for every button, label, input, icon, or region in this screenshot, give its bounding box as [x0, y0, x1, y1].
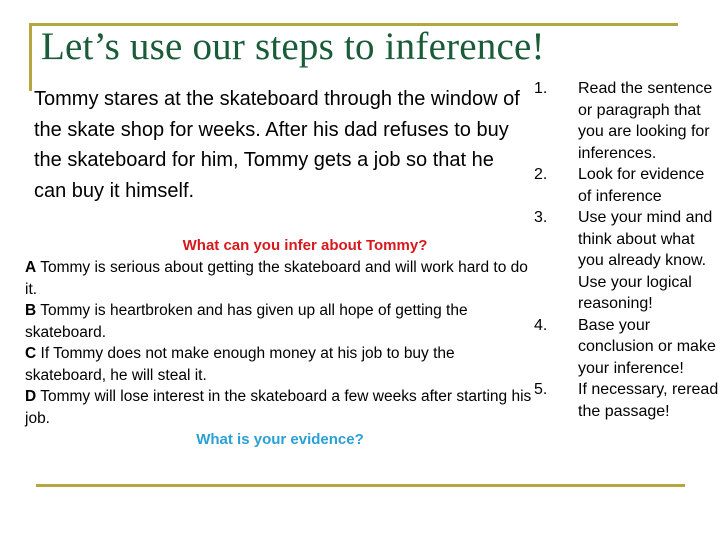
- passage-text: Tommy stares at the skateboard through t…: [34, 88, 520, 202]
- step-text: Base your conclusion or make your infere…: [578, 316, 716, 377]
- evidence-prompt: What is your evidence?: [196, 431, 364, 448]
- step-text: Look for evidence of inference: [578, 166, 705, 205]
- option-letter: A: [25, 259, 37, 276]
- inference-question: What can you infer about Tommy?: [182, 237, 428, 254]
- option-text: If Tommy does not make enough money at h…: [25, 345, 455, 384]
- answer-options: A Tommy is serious about getting the ska…: [25, 257, 535, 429]
- slide-title: Let’s use our steps to inference!: [41, 25, 545, 68]
- step-number: 4.: [534, 316, 548, 334]
- step-text: If necessary, reread the passage!: [578, 381, 719, 420]
- step-item: 1. Read the sentence or paragraph that yo…: [532, 78, 720, 164]
- option-b: B Tommy is heartbroken and has given up …: [25, 300, 535, 343]
- frame-left-rule: [29, 23, 32, 91]
- option-d: D Tommy will lose interest in the skateb…: [25, 386, 535, 429]
- option-a: A Tommy is serious about getting the ska…: [25, 257, 535, 300]
- option-letter: D: [25, 388, 37, 405]
- step-number: 5.: [534, 381, 548, 398]
- step-text: Use your mind and think about what you a…: [578, 209, 713, 312]
- option-text: Tommy is heartbroken and has given up al…: [25, 302, 468, 341]
- step-item: 2. Look for evidence of inference: [532, 164, 720, 207]
- option-c: C If Tommy does not make enough money at…: [25, 343, 535, 386]
- step-text: Read the sentence or paragraph that you …: [578, 80, 713, 162]
- step-item: 5. If necessary, reread the passage!: [532, 379, 720, 422]
- step-number: 2.: [534, 166, 548, 183]
- option-letter: B: [25, 302, 37, 319]
- option-text: Tommy will lose interest in the skateboa…: [25, 388, 532, 427]
- step-number: 3.: [534, 209, 548, 226]
- inference-steps-list: 1. Read the sentence or paragraph that yo…: [532, 78, 720, 422]
- option-letter: C: [25, 345, 37, 362]
- step-number: 1.: [534, 80, 548, 97]
- step-item: 3. Use your mind and think about what you…: [532, 207, 720, 315]
- option-text: Tommy is serious about getting the skate…: [25, 259, 528, 298]
- step-item: 4. Base your conclusion or make your infe…: [532, 315, 720, 380]
- frame-bottom-rule: [36, 484, 685, 487]
